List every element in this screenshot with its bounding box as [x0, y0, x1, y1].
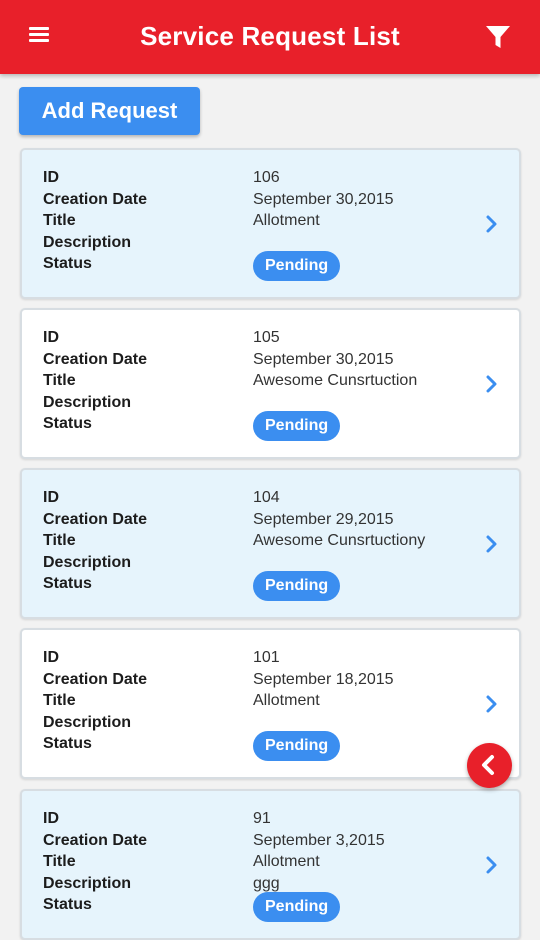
field-values: 106 September 30,2015 Allotment — [253, 167, 449, 232]
app-bar: Service Request List — [0, 0, 540, 74]
title-label: Title — [43, 532, 76, 549]
back-button[interactable] — [467, 743, 512, 788]
status-label: Status — [43, 735, 92, 752]
creation-date-value: September 18,2015 — [253, 670, 394, 688]
title-value: Awesome Cunsrtuction — [253, 372, 418, 389]
id-value: 104 — [253, 489, 280, 506]
creation-date-label: Creation Date — [43, 350, 148, 368]
creation-date-label: Creation Date — [43, 510, 148, 528]
field-values: 105 September 30,2015 Awesome Cunsrtucti… — [253, 327, 449, 392]
status-badge: Pending — [253, 411, 341, 441]
description-label: Description — [43, 393, 132, 411]
id-value: 106 — [253, 169, 280, 186]
status-badge: Pending — [253, 251, 341, 281]
id-label: ID — [43, 329, 59, 346]
title-value: Allotment — [253, 212, 320, 229]
field-labels: ID Creation Date Title Description Statu… — [43, 327, 147, 435]
request-card[interactable]: ID Creation Date Title Description Statu… — [20, 308, 521, 459]
field-values: 104 September 29,2015 Awesome Cunsrtucti… — [253, 487, 449, 552]
request-card[interactable]: ID Creation Date Title Description Statu… — [20, 789, 521, 940]
creation-date-value: September 29,2015 — [253, 510, 394, 528]
status-badge: Pending — [253, 892, 341, 922]
chevron-right-icon — [486, 535, 497, 553]
creation-date-value: September 30,2015 — [253, 190, 394, 208]
status-label: Status — [43, 896, 92, 913]
id-value: 91 — [253, 810, 271, 827]
field-labels: ID Creation Date Title Description Statu… — [43, 487, 147, 595]
creation-date-label: Creation Date — [43, 190, 148, 208]
filter-icon[interactable] — [484, 24, 516, 52]
status-label: Status — [43, 415, 92, 432]
request-card[interactable]: ID Creation Date Title Description Statu… — [20, 148, 521, 299]
field-labels: ID Creation Date Title Description Statu… — [43, 167, 147, 275]
page-title: Service Request List — [140, 21, 400, 51]
status-badge: Pending — [253, 731, 341, 761]
request-card[interactable]: ID Creation Date Title Description Statu… — [20, 628, 521, 779]
chevron-left-icon — [482, 755, 494, 775]
title-value: Allotment — [253, 692, 320, 709]
title-label: Title — [43, 692, 76, 709]
status-label: Status — [43, 255, 92, 272]
id-value: 105 — [253, 329, 280, 346]
title-value: Allotment — [253, 853, 320, 870]
creation-date-value: September 3,2015 — [253, 831, 385, 849]
id-label: ID — [43, 810, 59, 827]
chevron-right-icon — [486, 215, 497, 233]
description-label: Description — [43, 233, 132, 251]
chevron-right-icon — [486, 695, 497, 713]
creation-date-label: Creation Date — [43, 670, 148, 688]
title-value: Awesome Cunsrtuctiony — [253, 532, 426, 549]
description-value: ggg — [253, 874, 280, 892]
field-values: 91 September 3,2015 Allotment ggg — [253, 808, 449, 894]
id-label: ID — [43, 489, 59, 506]
description-label: Description — [43, 874, 132, 892]
field-labels: ID Creation Date Title Description Statu… — [43, 808, 147, 916]
add-request-button[interactable]: Add Request — [19, 87, 200, 135]
chevron-right-icon — [486, 856, 497, 874]
request-card[interactable]: ID Creation Date Title Description Statu… — [20, 468, 521, 619]
id-value: 101 — [253, 649, 280, 666]
field-labels: ID Creation Date Title Description Statu… — [43, 647, 147, 755]
chevron-right-icon — [486, 375, 497, 393]
creation-date-label: Creation Date — [43, 831, 148, 849]
field-values: 101 September 18,2015 Allotment — [253, 647, 449, 712]
id-label: ID — [43, 169, 59, 186]
title-label: Title — [43, 853, 76, 870]
status-label: Status — [43, 575, 92, 592]
description-label: Description — [43, 713, 132, 731]
creation-date-value: September 30,2015 — [253, 350, 394, 368]
status-badge: Pending — [253, 571, 341, 601]
description-label: Description — [43, 553, 132, 571]
title-label: Title — [43, 372, 76, 389]
id-label: ID — [43, 649, 59, 666]
title-label: Title — [43, 212, 76, 229]
